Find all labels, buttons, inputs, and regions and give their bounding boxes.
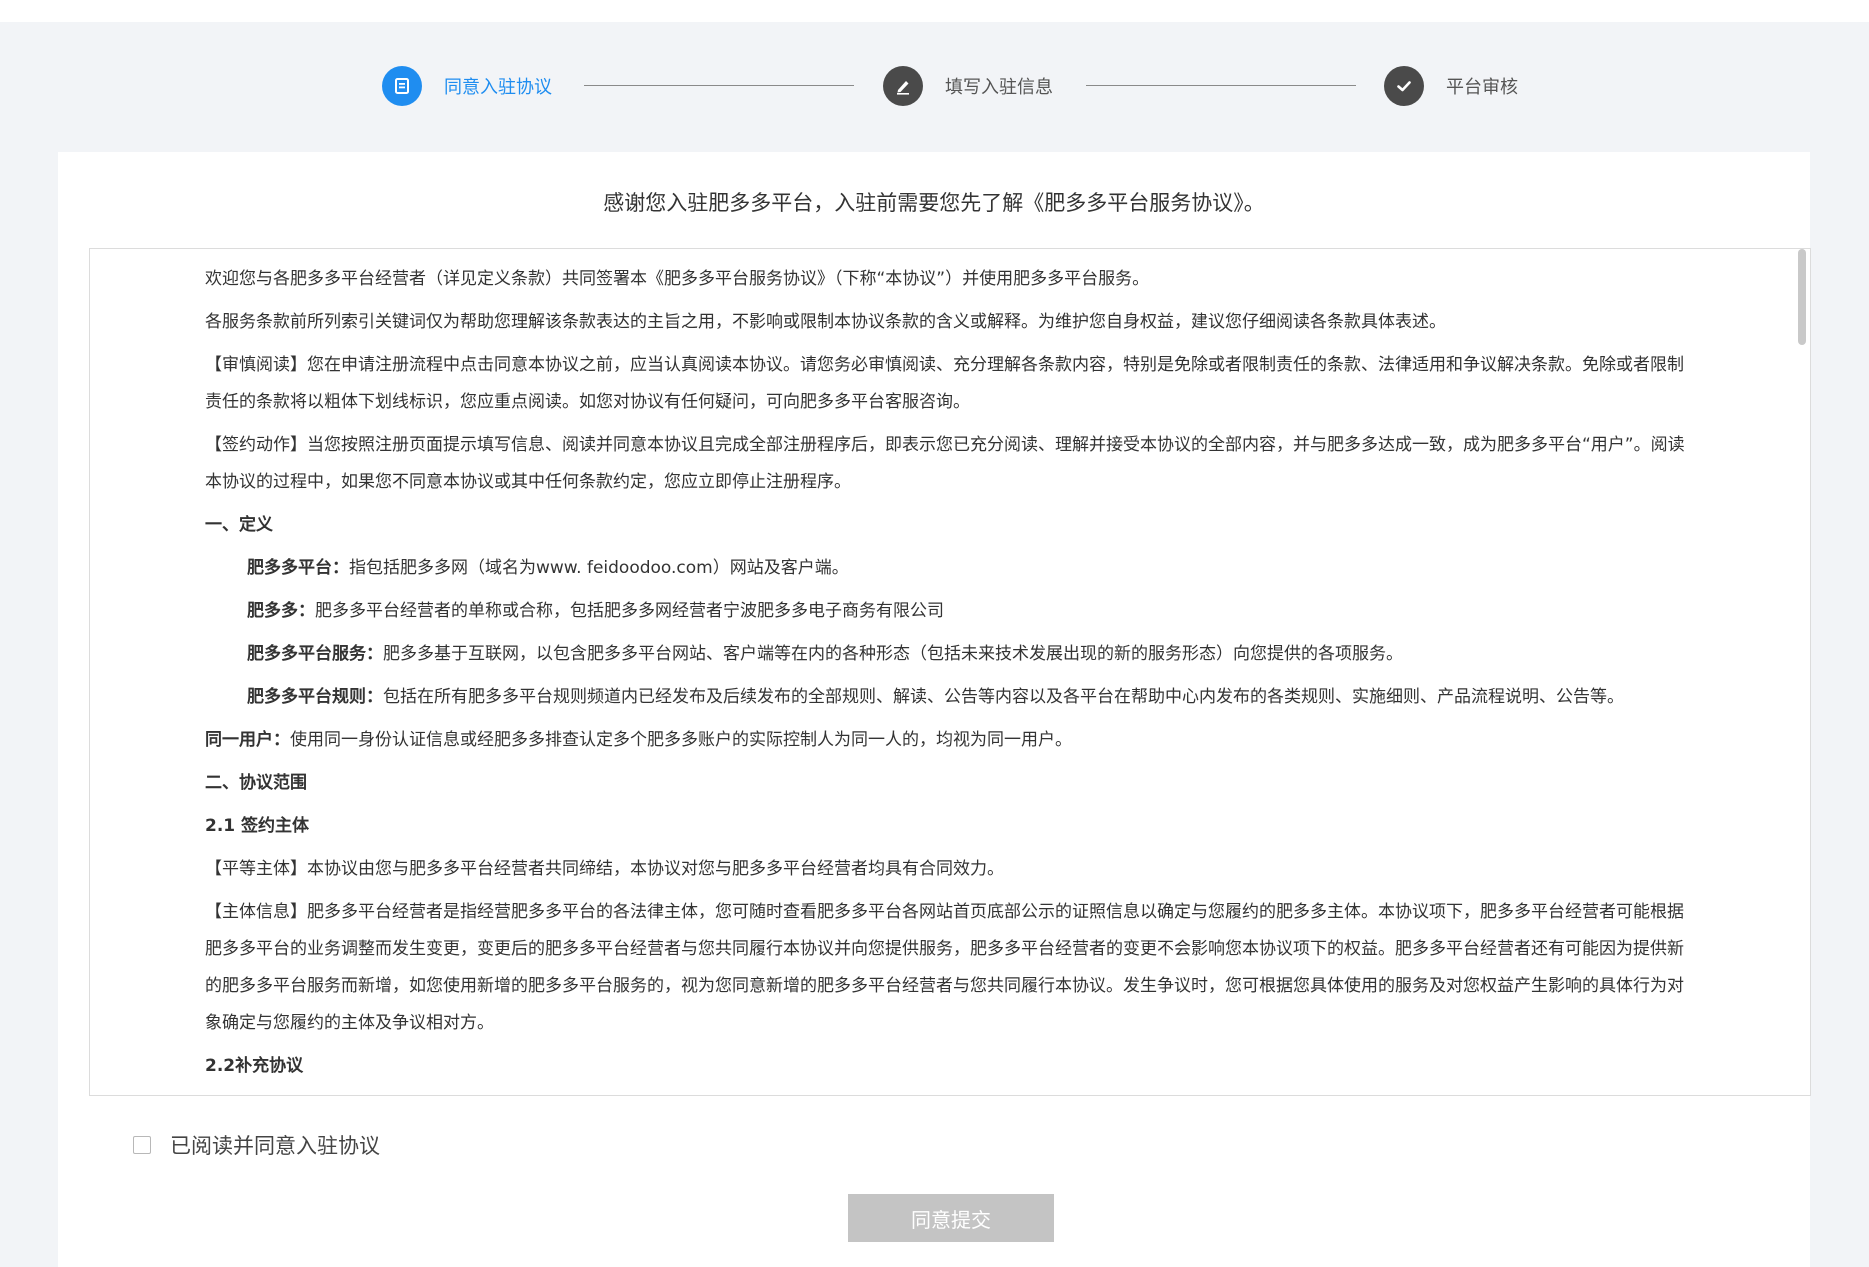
definition-item: 肥多多平台服务：肥多多基于互联网，以包含肥多多平台网站、客户端等在内的各种形态（…	[205, 636, 1690, 673]
definition-item: 肥多多平台规则：包括在所有肥多多平台规则频道内已经发布及后续发布的全部规则、解读…	[205, 679, 1690, 716]
step-connector	[584, 85, 854, 86]
definition-text: 使用同一身份认证信息或经肥多多排查认定多个肥多多账户的实际控制人为同一人的，均视…	[290, 730, 1072, 750]
definition-text: 指包括肥多多网（域名为www. feidoodoo.com）网站及客户端。	[349, 558, 849, 578]
agree-checkbox-label[interactable]: 已阅读并同意入驻协议	[170, 1130, 380, 1160]
step-fill-info: 填写入驻信息	[883, 64, 1053, 108]
scrollbar-thumb[interactable]	[1798, 249, 1806, 345]
section-heading: 一、定义	[205, 515, 273, 535]
definition-term: 肥多多平台规则：	[247, 687, 383, 707]
agreement-paragraph: 各服务条款前所列索引关键词仅为帮助您理解该条款表达的主旨之用，不影响或限制本协议…	[205, 312, 1446, 332]
agreement-card: 感谢您入驻肥多多平台，入驻前需要您先了解《肥多多平台服务协议》。 欢迎您与各肥多…	[58, 152, 1811, 1267]
agree-checkbox[interactable]	[133, 1136, 151, 1154]
scrollbar[interactable]	[1798, 249, 1806, 1095]
subsection-heading: 2.1 签约主体	[205, 816, 310, 836]
document-icon	[382, 66, 422, 106]
check-icon	[1384, 66, 1424, 106]
agreement-paragraph: 【签约动作】当您按照注册页面提示填写信息、阅读并同意本协议且完成全部注册程序后，…	[205, 435, 1685, 492]
definition-term: 肥多多平台：	[247, 558, 349, 578]
agreement-paragraph: 欢迎您与各肥多多平台经营者（详见定义条款）共同签署本《肥多多平台服务协议》（下称…	[205, 269, 1150, 289]
pencil-icon	[883, 66, 923, 106]
agree-checkbox-row[interactable]: 已阅读并同意入驻协议	[133, 1130, 380, 1160]
agreement-text: 欢迎您与各肥多多平台经营者（详见定义条款）共同签署本《肥多多平台服务协议》（下称…	[205, 261, 1690, 1091]
definition-term: 同一用户：	[205, 730, 290, 750]
page-title: 感谢您入驻肥多多平台，入驻前需要您先了解《肥多多平台服务协议》。	[603, 191, 1265, 215]
agreement-paragraph: 【审慎阅读】您在申请注册流程中点击同意本协议之前，应当认真阅读本协议。请您务必审…	[205, 355, 1684, 412]
definition-item: 同一用户：使用同一身份认证信息或经肥多多排查认定多个肥多多账户的实际控制人为同一…	[205, 722, 1690, 759]
agreement-scroll-area[interactable]: 欢迎您与各肥多多平台经营者（详见定义条款）共同签署本《肥多多平台服务协议》（下称…	[89, 248, 1811, 1096]
agree-submit-button[interactable]: 同意提交	[848, 1194, 1054, 1242]
definition-text: 肥多多基于互联网，以包含肥多多平台网站、客户端等在内的各种形态（包括未来技术发展…	[383, 644, 1403, 664]
top-bar	[0, 0, 1869, 22]
subsection-heading: 2.2补充协议	[205, 1056, 304, 1076]
section-heading: 二、协议范围	[205, 773, 307, 793]
definition-term: 肥多多平台服务：	[247, 644, 383, 664]
step-label: 平台审核	[1446, 77, 1518, 98]
definition-text: 肥多多平台经营者的单称或合称，包括肥多多网经营者宁波肥多多电子商务有限公司	[315, 601, 944, 621]
step-label: 同意入驻协议	[444, 77, 552, 98]
agreement-paragraph: 【平等主体】本协议由您与肥多多平台经营者共同缔结，本协议对您与肥多多平台经营者均…	[205, 859, 1004, 879]
definition-text: 包括在所有肥多多平台规则频道内已经发布及后续发布的全部规则、解读、公告等内容以及…	[383, 687, 1624, 707]
step-label: 填写入驻信息	[945, 77, 1053, 98]
progress-steps: 同意入驻协议 填写入驻信息 平台审核	[0, 64, 1869, 108]
agreement-paragraph: 【主体信息】肥多多平台经营者是指经营肥多多平台的各法律主体，您可随时查看肥多多平…	[205, 902, 1684, 1033]
definition-item: 肥多多：肥多多平台经营者的单称或合称，包括肥多多网经营者宁波肥多多电子商务有限公…	[205, 593, 1690, 630]
definition-term: 肥多多：	[247, 601, 315, 621]
step-connector	[1086, 85, 1356, 86]
step-agree-agreement: 同意入驻协议	[382, 64, 552, 108]
definition-item: 肥多多平台：指包括肥多多网（域名为www. feidoodoo.com）网站及客…	[205, 550, 1690, 587]
step-platform-review: 平台审核	[1384, 64, 1518, 108]
